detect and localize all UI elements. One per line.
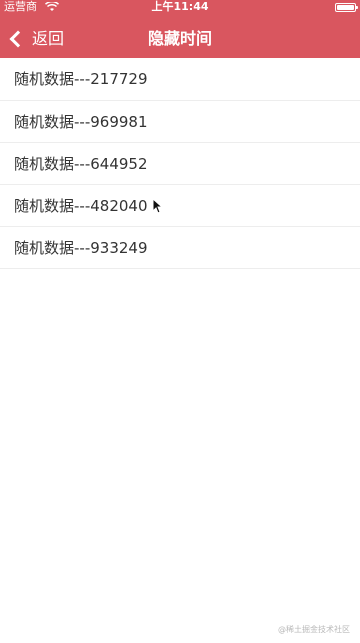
list-item[interactable]: 随机数据---644952	[0, 143, 360, 185]
status-bar: 运营商 上午11:44	[0, 0, 360, 16]
header: 运营商 上午11:44 返回 隐藏时间	[0, 0, 360, 58]
status-time: 上午11:44	[151, 0, 209, 13]
watermark: @稀土掘金技术社区	[278, 625, 350, 634]
list-item[interactable]: 随机数据---482040	[0, 185, 360, 227]
list-item[interactable]: 随机数据---217729	[0, 58, 360, 101]
battery-icon	[335, 3, 358, 12]
list-item[interactable]: 随机数据---969981	[0, 101, 360, 143]
page-title: 隐藏时间	[147, 29, 212, 48]
list-item[interactable]: 随机数据---933249	[0, 227, 360, 269]
navigation-bar: 返回 隐藏时间	[0, 20, 360, 58]
data-list: 随机数据---217729 随机数据---969981 随机数据---64495…	[0, 58, 360, 269]
